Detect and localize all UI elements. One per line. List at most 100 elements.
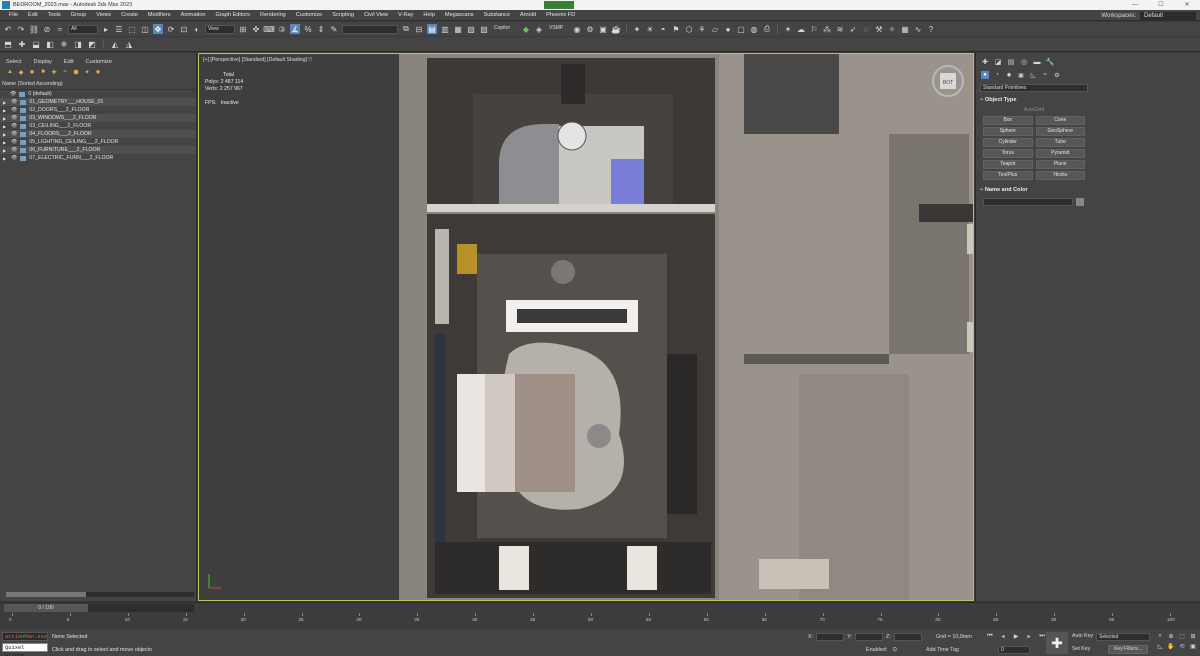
modify-tab-icon[interactable]: ◪ xyxy=(994,58,1002,66)
railclone-icon[interactable]: ◈ xyxy=(534,24,544,34)
expand-arrow-icon[interactable]: ▶ xyxy=(3,116,8,121)
zoom-all-icon[interactable]: ⊕ xyxy=(1167,632,1175,640)
helpers-icon[interactable]: ◺ xyxy=(1029,71,1037,79)
visibility-eye-icon[interactable]: 👁 xyxy=(11,139,17,145)
object-name-field[interactable] xyxy=(983,198,1073,206)
phoenix-particles-icon[interactable]: ⁂ xyxy=(822,24,832,34)
expand-arrow-icon[interactable]: ▶ xyxy=(3,100,8,105)
add-time-tag[interactable]: Add Time Tag xyxy=(926,647,959,653)
explorer-menu-edit[interactable]: Edit xyxy=(64,59,74,65)
perspective-viewport[interactable]: BOT [+] [Perspective] [Standard] [Defaul… xyxy=(198,53,974,601)
expand-arrow-icon[interactable]: ▶ xyxy=(3,148,8,153)
reference-coord-dropdown[interactable]: View xyxy=(205,24,235,34)
menu-megascans[interactable]: Megascans xyxy=(440,12,479,18)
select-move-icon[interactable]: ✥ xyxy=(153,24,163,34)
select-manipulate-icon[interactable]: ✜ xyxy=(251,24,261,34)
visibility-eye-icon[interactable]: 👁 xyxy=(11,115,17,121)
rollout-toggle-icon[interactable]: − xyxy=(980,97,983,103)
layer-row[interactable]: ▶ 👁 06_FURNITURE___2_FLOOR xyxy=(0,146,196,154)
auto-key-button[interactable]: Auto Key xyxy=(1072,633,1093,639)
schematic-view-icon[interactable]: ▨ xyxy=(479,24,489,34)
spacewarps-icon[interactable]: ≈ xyxy=(1041,71,1049,79)
motion-tab-icon[interactable]: ◎ xyxy=(1020,58,1028,66)
filter-cameras-icon[interactable]: ■ xyxy=(39,68,47,76)
visibility-eye-icon[interactable]: 👁 xyxy=(11,131,17,137)
vray-ies-icon[interactable]: ⚑ xyxy=(671,24,681,34)
menu-vray[interactable]: V-Ray xyxy=(393,12,418,18)
menu-animation[interactable]: Animation xyxy=(176,12,211,18)
scene-explorer-icon[interactable]: ▥ xyxy=(440,24,450,34)
add-to-layer-icon[interactable]: ⬓ xyxy=(31,39,41,49)
render-frame-icon[interactable]: ▣ xyxy=(598,24,608,34)
visibility-eye-icon[interactable]: 👁 xyxy=(10,91,16,97)
geometry-icon[interactable]: ● xyxy=(981,71,989,79)
layer-row-default[interactable]: 👁 0 (default) xyxy=(0,90,196,98)
snaps-toggle-icon[interactable]: ③ xyxy=(277,24,287,34)
vray-sphere-icon[interactable]: ● xyxy=(723,24,733,34)
vray-fur-icon[interactable]: ⚘ xyxy=(697,24,707,34)
y-coordinate-field[interactable] xyxy=(854,633,883,641)
systems-icon[interactable]: ⚙ xyxy=(1053,71,1061,79)
menu-views[interactable]: Views xyxy=(91,12,116,18)
viewport-label[interactable]: [+] [Perspective] [Standard] [Default Sh… xyxy=(203,57,312,63)
layer-properties-icon[interactable]: ◨ xyxy=(73,39,83,49)
zoom-extents-all-icon[interactable]: ⊞ xyxy=(1189,632,1197,640)
align-icon[interactable]: ⊟ xyxy=(414,24,424,34)
menu-tools[interactable]: Tools xyxy=(43,12,66,18)
filter-spacewarps-icon[interactable]: ≈ xyxy=(61,68,69,76)
filter-shapes-icon[interactable]: ◆ xyxy=(17,68,25,76)
mirror-icon[interactable]: ⧉ xyxy=(401,24,411,34)
unlink-icon[interactable]: ⊘ xyxy=(42,24,52,34)
rect-selection-icon[interactable]: ⬚ xyxy=(127,24,137,34)
spinner-snap-icon[interactable]: ⇕ xyxy=(316,24,326,34)
forest-pack-icon[interactable]: ◆ xyxy=(521,24,531,34)
viewport-label-text[interactable]: [+] [Perspective] [Standard] [Default Sh… xyxy=(203,57,307,63)
hide-layer-icon[interactable]: ◧ xyxy=(45,39,55,49)
select-link-icon[interactable]: ⛓ xyxy=(29,24,39,34)
window-crossing-icon[interactable]: ◫ xyxy=(140,24,150,34)
filter-lights-icon[interactable]: ✹ xyxy=(28,68,36,76)
expand-arrow-icon[interactable]: ▶ xyxy=(3,156,8,161)
vray-sun-icon[interactable]: ☀ xyxy=(645,24,655,34)
current-frame-field[interactable]: 0 xyxy=(998,646,1030,654)
select-scale-icon[interactable]: ⊡ xyxy=(179,24,189,34)
maximize-viewport-icon[interactable]: ▣ xyxy=(1189,642,1197,650)
menu-scripting[interactable]: Scripting xyxy=(327,12,359,18)
primitive-category-dropdown[interactable]: Standard Primitives xyxy=(980,84,1088,92)
layer-row[interactable]: ▶ 👁 07_ELECTRIC_FURN___2_FLOOR xyxy=(0,154,196,162)
vray-vfb-icon[interactable]: ▢ xyxy=(736,24,746,34)
object-type-title[interactable]: − Object Type xyxy=(980,96,1088,105)
teapot-button[interactable]: Teapot xyxy=(983,160,1033,169)
box-button[interactable]: Box xyxy=(983,116,1033,125)
filter-geometry-icon[interactable]: ▲ xyxy=(6,68,14,76)
z-coordinate-field[interactable] xyxy=(893,633,922,641)
extended-tools-icon[interactable]: ◮ xyxy=(124,39,134,49)
hierarchy-tab-icon[interactable]: ▤ xyxy=(1007,58,1015,66)
copitor-label[interactable]: Copitor xyxy=(492,24,518,34)
menu-graph-editors[interactable]: Graph Editors xyxy=(210,12,255,18)
curve-editor-icon[interactable]: ▧ xyxy=(466,24,476,34)
layer-row[interactable]: ▶ 👁 02_DOORS___2_FLOOR xyxy=(0,106,196,114)
field-of-view-icon[interactable]: ◺ xyxy=(1156,642,1164,650)
name-color-title[interactable]: − Name and Color xyxy=(980,186,1088,195)
go-to-end-icon[interactable]: ⏭ xyxy=(1038,632,1046,640)
phoenix-liquid-icon[interactable]: ☁ xyxy=(796,24,806,34)
filter-all-icon[interactable]: ✸ xyxy=(94,68,102,76)
visibility-eye-icon[interactable]: 👁 xyxy=(11,107,17,113)
select-layer-icon[interactable]: ◩ xyxy=(87,39,97,49)
render-setup-icon[interactable]: ⚙ xyxy=(585,24,595,34)
shapes-icon[interactable]: ◔ xyxy=(993,71,1001,79)
isolate-selection-icon[interactable]: ◭ xyxy=(110,39,120,49)
display-tab-icon[interactable]: ▬ xyxy=(1033,58,1041,66)
geosphere-button[interactable]: GeoSphere xyxy=(1035,127,1085,136)
vray-material-icon[interactable]: ◍ xyxy=(749,24,759,34)
key-selection-dropdown[interactable]: Selected xyxy=(1096,633,1150,641)
rollout-toggle-icon[interactable]: − xyxy=(980,187,983,193)
layer-explorer-icon[interactable]: ▤ xyxy=(427,24,437,34)
visibility-eye-icon[interactable]: 👁 xyxy=(11,99,17,105)
menu-arnold[interactable]: Arnold xyxy=(515,12,541,18)
menu-substance[interactable]: Substance xyxy=(479,12,515,18)
pan-icon[interactable]: ✋ xyxy=(1167,642,1175,650)
vray-light-icon[interactable]: ✦ xyxy=(632,24,642,34)
viewcube-label[interactable]: BOT xyxy=(943,80,953,86)
